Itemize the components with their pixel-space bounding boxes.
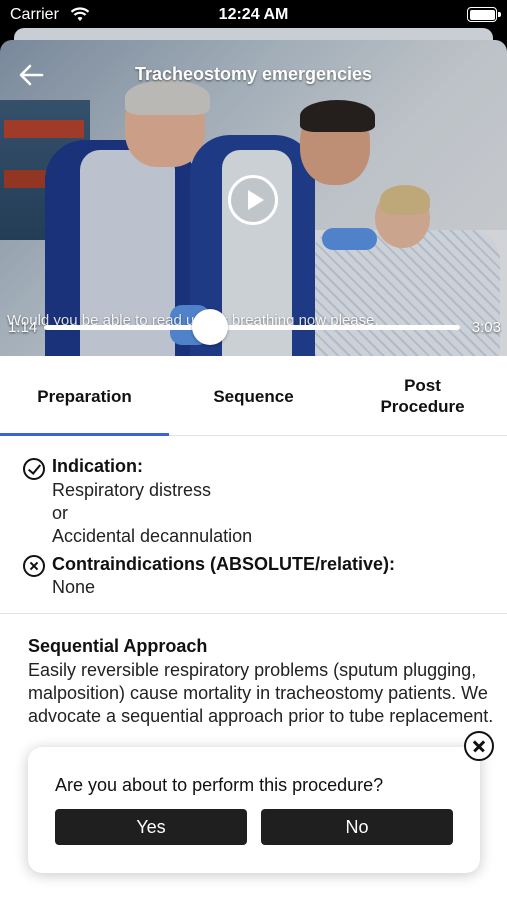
tab-sequence[interactable]: Sequence [169, 356, 338, 436]
dialog-question: Are you about to perform this procedure? [55, 775, 384, 795]
check-circle-icon [23, 458, 45, 480]
close-circle-icon[interactable] [464, 731, 494, 761]
play-icon[interactable] [228, 175, 278, 225]
sequential-approach-title: Sequential Approach [28, 636, 208, 656]
tab-bar: Preparation Sequence Post Procedure [0, 356, 507, 436]
indications-section: Indication: Respiratory distress or Acci… [0, 436, 507, 614]
status-time: 12:24 AM [218, 6, 289, 23]
perform-procedure-dialog: Are you about to perform this procedure?… [28, 747, 480, 873]
status-bar: Carrier 12:24 AM [0, 0, 507, 30]
indication-line: Respiratory distress [52, 480, 212, 500]
contraindications-title: Contraindications (ABSOLUTE/relative): [52, 554, 396, 574]
battery-tip [498, 12, 501, 17]
battery-icon [467, 7, 497, 22]
tab-preparation[interactable]: Preparation [0, 356, 169, 436]
indication-line: Accidental decannulation [52, 526, 253, 546]
total-time: 3:03 [471, 319, 501, 336]
tab-post-procedure[interactable]: Post Procedure [338, 356, 507, 436]
x-circle-icon [23, 555, 45, 577]
indication-title: Indication: [52, 456, 143, 476]
yes-button[interactable]: Yes [55, 809, 247, 845]
current-time: 1:14 [8, 319, 38, 336]
scrubber-track[interactable] [44, 325, 460, 330]
sequential-approach-body: Easily reversible respiratory problems (… [28, 660, 494, 726]
indication-line: or [52, 503, 69, 523]
no-button[interactable]: No [261, 809, 453, 845]
contraindications-value: None [52, 577, 96, 597]
video-player[interactable]: Tracheostomy emergencies Would you be ab… [0, 40, 507, 356]
video-title: Tracheostomy emergencies [134, 64, 373, 84]
